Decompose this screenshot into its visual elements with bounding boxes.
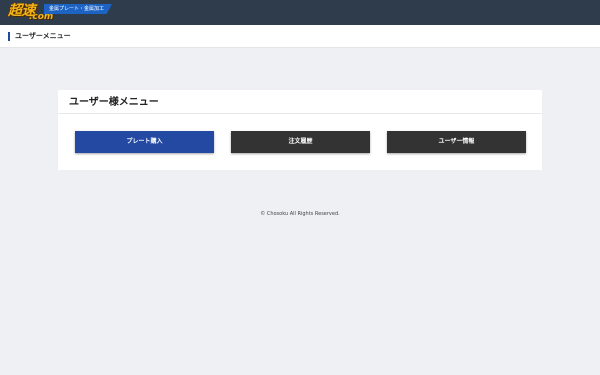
user-info-button[interactable]: ユーザー情報 [387, 131, 526, 153]
user-menu-title: ユーザー様メニュー [69, 97, 159, 108]
top-header: 超速 .com 金属プレート・金属加工 [0, 0, 600, 25]
page-title: ユーザーメニュー [15, 32, 71, 40]
heading-accent-marker [8, 32, 10, 41]
purchase-plate-button[interactable]: プレート購入 [75, 131, 214, 153]
order-history-button[interactable]: 注文履歴 [231, 131, 370, 153]
page-heading-bar: ユーザーメニュー [0, 25, 600, 48]
logo-tagline: 金属プレート・金属加工 [44, 4, 113, 14]
copyright-text: © Chosoku All Rights Reserved. [260, 211, 340, 217]
user-menu-card: ユーザー様メニュー プレート購入 注文履歴 ユーザー情報 [58, 90, 542, 170]
site-logo[interactable]: 超速 .com 金属プレート・金属加工 [8, 3, 113, 23]
card-divider [58, 113, 542, 114]
